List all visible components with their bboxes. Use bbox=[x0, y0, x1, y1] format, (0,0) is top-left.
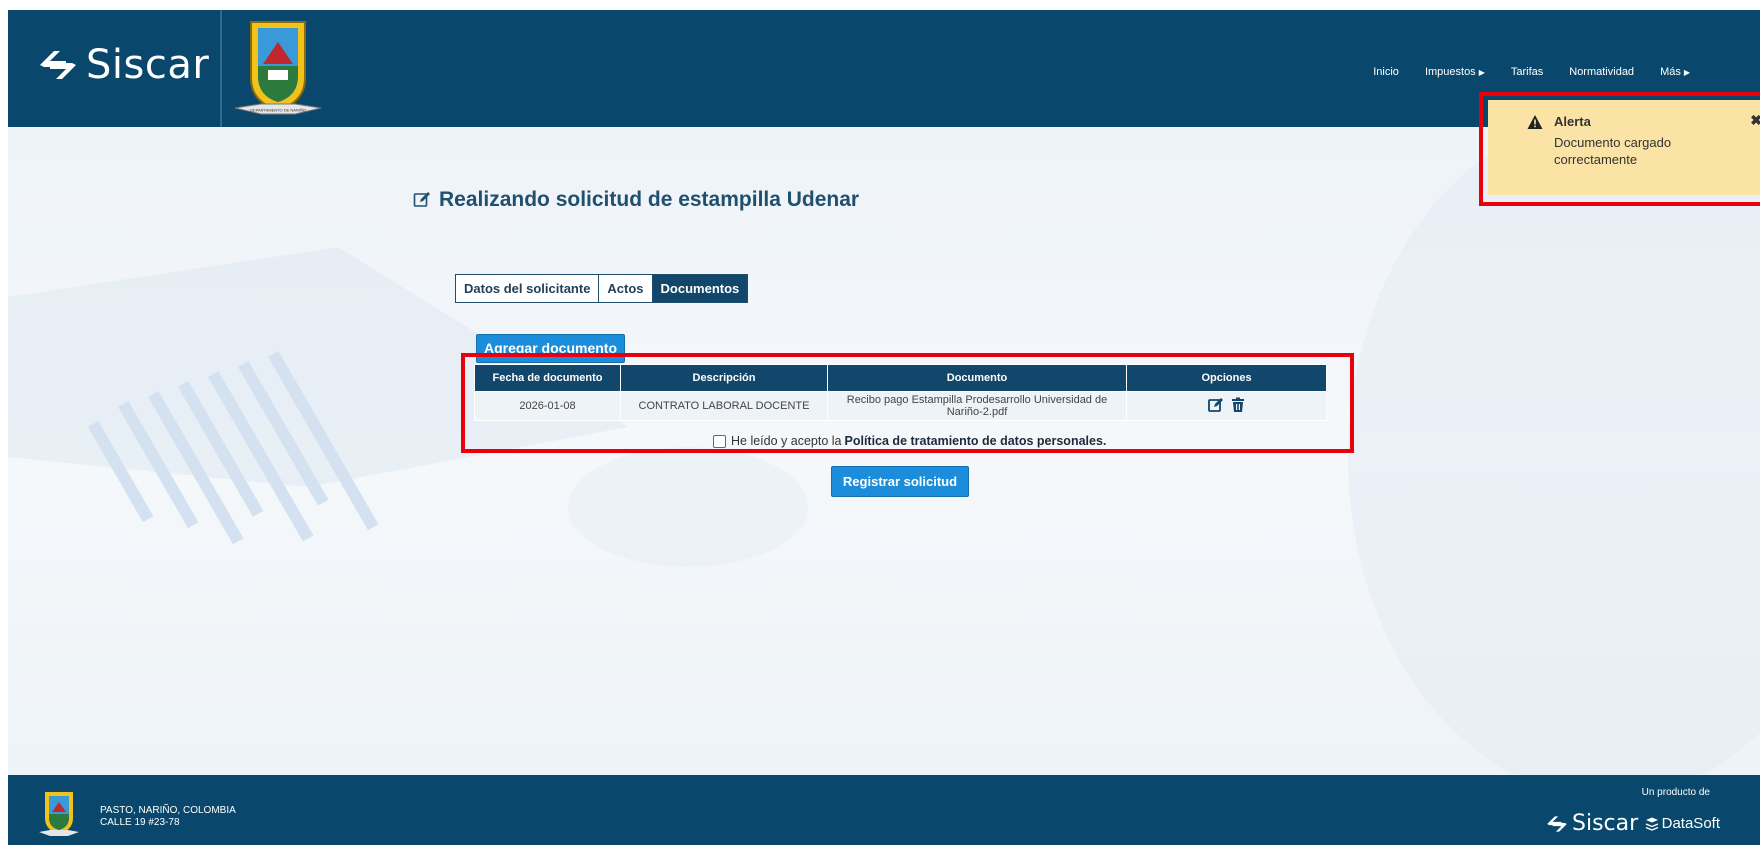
nav-impuestos[interactable]: Impuestos ▶ bbox=[1425, 66, 1485, 78]
nav-mas[interactable]: Más ▶ bbox=[1660, 66, 1690, 78]
header-divider bbox=[220, 10, 222, 127]
tab-actos[interactable]: Actos bbox=[599, 275, 653, 302]
highlight-box-alert bbox=[1479, 92, 1760, 206]
crest-ribbon-text: DEPARTAMENTO DE NARIÑO bbox=[250, 108, 306, 113]
page-footer: PASTO, NARIÑO, COLOMBIA CALLE 19 #23-78 … bbox=[8, 775, 1760, 845]
highlight-box-table bbox=[461, 353, 1354, 453]
footer-siscar-logo: Siscar bbox=[1545, 811, 1638, 836]
narino-crest-icon: DEPARTAMENTO DE NARIÑO bbox=[234, 21, 322, 115]
stack-icon bbox=[1645, 817, 1658, 831]
datasoft-logo: DataSoft bbox=[1645, 815, 1720, 832]
caret-right-icon: ▶ bbox=[1478, 68, 1485, 77]
page-title: Realizando solicitud de estampilla Udena… bbox=[413, 188, 859, 212]
nav-normatividad[interactable]: Normatividad bbox=[1569, 66, 1634, 78]
tab-datos-solicitante[interactable]: Datos del solicitante bbox=[456, 275, 600, 302]
nav-inicio[interactable]: Inicio bbox=[1373, 66, 1399, 78]
footer-city: PASTO, NARIÑO, COLOMBIA bbox=[100, 805, 236, 816]
edit-icon bbox=[413, 192, 430, 207]
form-tabs: Datos del solicitante Actos Documentos bbox=[455, 274, 749, 303]
narino-crest-icon bbox=[39, 792, 79, 836]
brand-name: Siscar bbox=[86, 42, 210, 88]
page-title-text: Realizando solicitud de estampilla Udena… bbox=[439, 188, 860, 211]
app-frame: Siscar DEPARTAMENTO DE NARIÑO Inicio Imp… bbox=[8, 10, 1760, 845]
siscar-logo[interactable]: Siscar bbox=[36, 42, 209, 88]
register-request-button[interactable]: Registrar solicitud bbox=[831, 466, 969, 497]
nav-tarifas[interactable]: Tarifas bbox=[1511, 66, 1543, 78]
footer-address: PASTO, NARIÑO, COLOMBIA CALLE 19 #23-78 bbox=[100, 805, 236, 829]
siscar-logo-icon bbox=[1547, 815, 1567, 832]
product-of-label: Un producto de bbox=[1641, 787, 1710, 798]
footer-brand: Un producto de Siscar DataSoft bbox=[1500, 787, 1740, 845]
siscar-logo-icon bbox=[40, 51, 76, 79]
main-nav: Inicio Impuestos ▶ Tarifas Normatividad M… bbox=[1373, 66, 1690, 78]
caret-right-icon: ▶ bbox=[1683, 68, 1690, 77]
footer-street: CALLE 19 #23-78 bbox=[100, 817, 180, 828]
tab-documentos[interactable]: Documentos bbox=[652, 275, 748, 302]
